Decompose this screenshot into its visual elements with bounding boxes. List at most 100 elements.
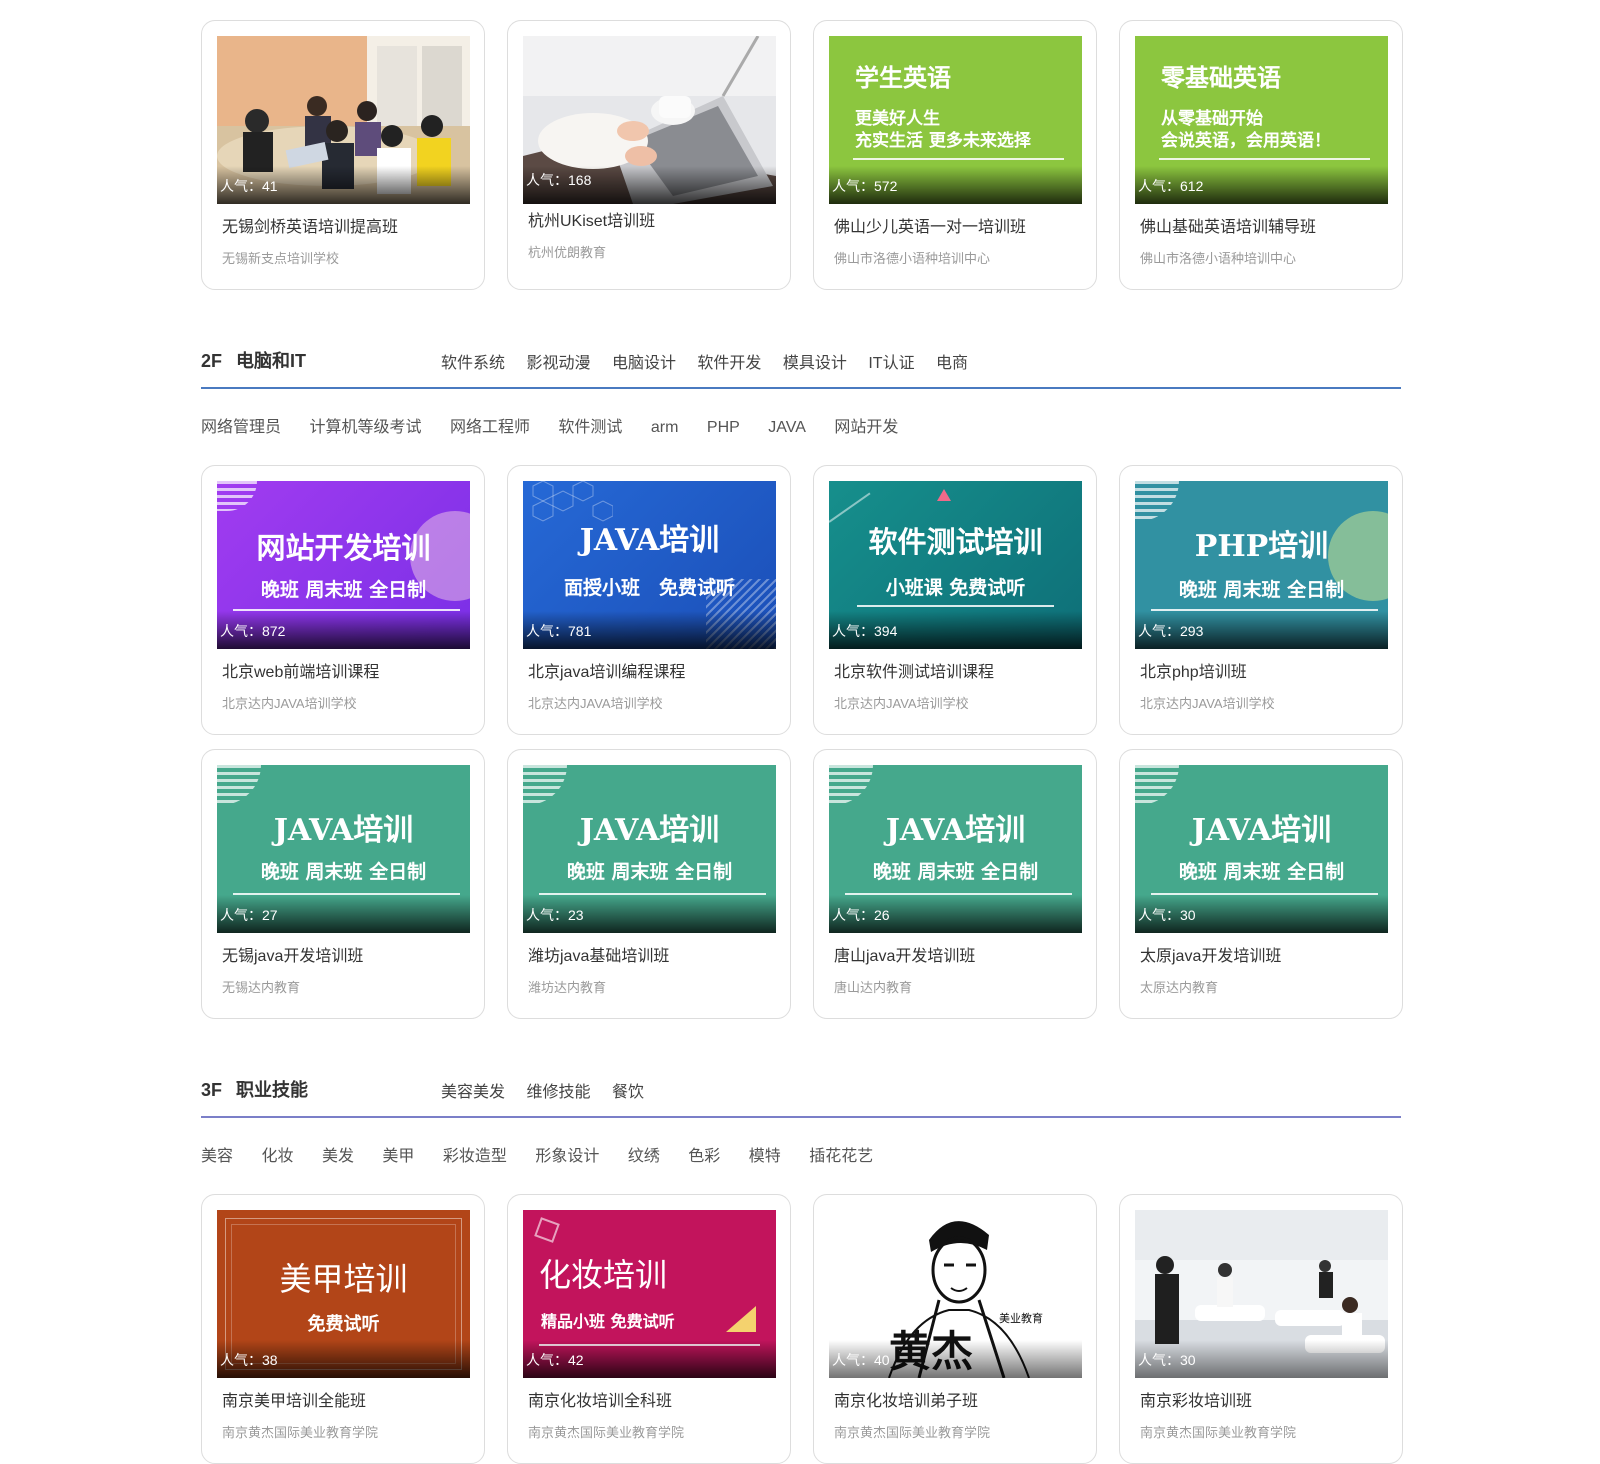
subcategory-link[interactable]: 彩妆造型 bbox=[443, 1148, 507, 1165]
subcategory-link[interactable]: 美容 bbox=[201, 1148, 233, 1165]
banner-heading: 零基础英语 bbox=[1161, 63, 1281, 92]
course-title[interactable]: 南京彩妆培训班 bbox=[1140, 1387, 1252, 1411]
school-name[interactable]: 佛山市洛德小语种培训中心 bbox=[834, 248, 990, 267]
course-title[interactable]: 唐山java开发培训班 bbox=[834, 942, 975, 966]
category-tab[interactable]: 模具设计 bbox=[783, 355, 847, 372]
subcategory-link[interactable]: 纹绣 bbox=[628, 1148, 660, 1165]
subcategory-link[interactable]: JAVA bbox=[768, 419, 806, 436]
course-thumbnail[interactable]: 人气：30 bbox=[1135, 1210, 1388, 1378]
subcategory-link[interactable]: 网络工程师 bbox=[450, 419, 530, 436]
category-tab[interactable]: 软件系统 bbox=[441, 355, 505, 372]
course-card[interactable]: 学生英语 更美好人生 充实生活 更多未来选择 人气：572 佛山少儿英语一对一培… bbox=[813, 20, 1097, 290]
school-name[interactable]: 太原达内教育 bbox=[1140, 977, 1218, 996]
school-name[interactable]: 南京黄杰国际美业教育学院 bbox=[222, 1422, 378, 1441]
course-thumbnail[interactable]: 学生英语 更美好人生 充实生活 更多未来选择 人气：572 bbox=[829, 36, 1082, 204]
course-card[interactable]: JAVA培训 晚班 周末班 全日制 人气：23 潍坊java基础培训班 潍坊达内… bbox=[507, 749, 791, 1019]
floor-2-header: 2F 电脑和IT 软件系统 影视动漫 电脑设计 软件开发 模具设计 IT认证 电商 bbox=[201, 325, 1401, 389]
subcategory-link[interactable]: 计算机等级考试 bbox=[309, 419, 421, 436]
course-title[interactable]: 南京化妆培训弟子班 bbox=[834, 1387, 978, 1411]
course-card[interactable]: 零基础英语 从零基础开始 会说英语，会用英语！ 人气：612 佛山基础英语培训辅… bbox=[1119, 20, 1403, 290]
subcategory-link[interactable]: 模特 bbox=[749, 1148, 781, 1165]
course-title[interactable]: 杭州UKiset培训班 bbox=[528, 207, 655, 231]
course-card[interactable]: JAVA培训 晚班 周末班 全日制 人气：30 太原java开发培训班 太原达内… bbox=[1119, 749, 1403, 1019]
course-thumbnail[interactable]: JAVA培训 晚班 周末班 全日制 人气：27 bbox=[217, 765, 470, 933]
course-title[interactable]: 佛山少儿英语一对一培训班 bbox=[834, 213, 1026, 237]
course-title[interactable]: 太原java开发培训班 bbox=[1140, 942, 1281, 966]
course-card[interactable]: 网站开发培训 晚班 周末班 全日制 人气：872 北京web前端培训课程 北京达… bbox=[201, 465, 485, 735]
course-card[interactable]: 化妆培训 精品小班 免费试听 人气：42 南京化妆培训全科班 南京黄杰国际美业教… bbox=[507, 1194, 791, 1464]
course-title[interactable]: 北京web前端培训课程 bbox=[222, 658, 379, 682]
course-card[interactable]: 黄杰 美业教育 人气：40 南京化妆培训弟子班 南京黄杰国际美业教育学院 bbox=[813, 1194, 1097, 1464]
subcategory-link[interactable]: 网站开发 bbox=[834, 419, 898, 436]
course-thumbnail[interactable]: JAVA培训 晚班 周末班 全日制 人气：30 bbox=[1135, 765, 1388, 933]
floor-2-subcategories: 网络管理员 计算机等级考试 网络工程师 软件测试 arm PHP JAVA 网站… bbox=[201, 389, 1401, 443]
subcategory-link[interactable]: 软件测试 bbox=[558, 419, 622, 436]
course-card[interactable]: 软件测试培训 小班课 免费试听 人气：394 北京软件测试培训课程 北京达内JA… bbox=[813, 465, 1097, 735]
subcategory-link[interactable]: arm bbox=[651, 419, 679, 436]
course-card[interactable]: JAVA培训 面授小班 免费试听 人气：781 北京java培训编程课程 北京达… bbox=[507, 465, 791, 735]
popularity-count: 人气：41 bbox=[220, 178, 278, 194]
course-card[interactable]: PHP培训 晚班 周末班 全日制 人气：293 北京php培训班 北京达内JAV… bbox=[1119, 465, 1403, 735]
course-title[interactable]: 无锡java开发培训班 bbox=[222, 942, 363, 966]
course-thumbnail[interactable]: JAVA培训 晚班 周末班 全日制 人气：23 bbox=[523, 765, 776, 933]
subcategory-link[interactable]: 化妆 bbox=[261, 1148, 293, 1165]
subcategory-link[interactable]: 形象设计 bbox=[535, 1148, 599, 1165]
floor-name[interactable]: 职业技能 bbox=[236, 1080, 308, 1100]
course-thumbnail[interactable]: 化妆培训 精品小班 免费试听 人气：42 bbox=[523, 1210, 776, 1378]
school-name[interactable]: 潍坊达内教育 bbox=[528, 977, 606, 996]
school-name[interactable]: 北京达内JAVA培训学校 bbox=[1140, 693, 1275, 712]
category-tab[interactable]: 美容美发 bbox=[441, 1084, 505, 1101]
school-name[interactable]: 无锡达内教育 bbox=[222, 977, 300, 996]
course-title[interactable]: 北京java培训编程课程 bbox=[528, 658, 685, 682]
course-card[interactable]: JAVA培训 晚班 周末班 全日制 人气：26 唐山java开发培训班 唐山达内… bbox=[813, 749, 1097, 1019]
course-thumbnail[interactable]: 美甲培训 免费试听 人气：38 bbox=[217, 1210, 470, 1378]
course-thumbnail[interactable]: 黄杰 美业教育 人气：40 bbox=[829, 1210, 1082, 1378]
course-thumbnail[interactable]: 零基础英语 从零基础开始 会说英语，会用英语！ 人气：612 bbox=[1135, 36, 1388, 204]
floor-3-header: 3F 职业技能 美容美发 维修技能 餐饮 bbox=[201, 1054, 1401, 1118]
category-tab[interactable]: 软件开发 bbox=[697, 355, 761, 372]
course-title[interactable]: 北京软件测试培训课程 bbox=[834, 658, 994, 682]
subcategory-link[interactable]: PHP bbox=[707, 419, 740, 436]
course-thumbnail[interactable]: 人气：168 bbox=[523, 36, 776, 204]
course-card[interactable]: 人气：168 杭州UKiset培训班 杭州优朗教育 bbox=[507, 20, 791, 290]
course-title[interactable]: 南京美甲培训全能班 bbox=[222, 1387, 366, 1411]
subcategory-link[interactable]: 网络管理员 bbox=[201, 419, 281, 436]
subcategory-link[interactable]: 美发 bbox=[322, 1148, 354, 1165]
course-card[interactable]: JAVA培训 晚班 周末班 全日制 人气：27 无锡java开发培训班 无锡达内… bbox=[201, 749, 485, 1019]
category-tab[interactable]: IT认证 bbox=[868, 355, 914, 372]
category-tab[interactable]: 维修技能 bbox=[526, 1084, 590, 1101]
category-tab[interactable]: 影视动漫 bbox=[526, 355, 590, 372]
course-thumbnail[interactable]: JAVA培训 晚班 周末班 全日制 人气：26 bbox=[829, 765, 1082, 933]
school-name[interactable]: 佛山市洛德小语种培训中心 bbox=[1140, 248, 1296, 267]
course-thumbnail[interactable]: PHP培训 晚班 周末班 全日制 人气：293 bbox=[1135, 481, 1388, 649]
subcategory-link[interactable]: 色彩 bbox=[688, 1148, 720, 1165]
school-name[interactable]: 北京达内JAVA培训学校 bbox=[528, 693, 663, 712]
course-thumbnail[interactable]: 网站开发培训 晚班 周末班 全日制 人气：872 bbox=[217, 481, 470, 649]
school-name[interactable]: 北京达内JAVA培训学校 bbox=[222, 693, 357, 712]
course-thumbnail[interactable]: 人气：41 bbox=[217, 36, 470, 204]
school-name[interactable]: 杭州优朗教育 bbox=[528, 242, 606, 261]
floor-name[interactable]: 电脑和IT bbox=[236, 351, 306, 371]
course-title[interactable]: 北京php培训班 bbox=[1140, 658, 1247, 682]
course-thumbnail[interactable]: JAVA培训 面授小班 免费试听 人气：781 bbox=[523, 481, 776, 649]
school-name[interactable]: 南京黄杰国际美业教育学院 bbox=[1140, 1422, 1296, 1441]
school-name[interactable]: 北京达内JAVA培训学校 bbox=[834, 693, 969, 712]
school-name[interactable]: 唐山达内教育 bbox=[834, 977, 912, 996]
course-title[interactable]: 佛山基础英语培训辅导班 bbox=[1140, 213, 1316, 237]
course-title[interactable]: 潍坊java基础培训班 bbox=[528, 942, 669, 966]
subcategory-link[interactable]: 美甲 bbox=[382, 1148, 414, 1165]
school-name[interactable]: 无锡新支点培训学校 bbox=[222, 248, 339, 267]
course-card[interactable]: 人气：30 南京彩妆培训班 南京黄杰国际美业教育学院 bbox=[1119, 1194, 1403, 1464]
category-tab[interactable]: 电商 bbox=[936, 355, 968, 372]
school-name[interactable]: 南京黄杰国际美业教育学院 bbox=[834, 1422, 990, 1441]
course-card[interactable]: 美甲培训 免费试听 人气：38 南京美甲培训全能班 南京黄杰国际美业教育学院 bbox=[201, 1194, 485, 1464]
course-title[interactable]: 南京化妆培训全科班 bbox=[528, 1387, 672, 1411]
course-thumbnail[interactable]: 软件测试培训 小班课 免费试听 人气：394 bbox=[829, 481, 1082, 649]
course-title[interactable]: 无锡剑桥英语培训提高班 bbox=[222, 213, 398, 237]
category-tab[interactable]: 餐饮 bbox=[612, 1084, 644, 1101]
subcategory-link[interactable]: 插花花艺 bbox=[809, 1148, 873, 1165]
school-name[interactable]: 南京黄杰国际美业教育学院 bbox=[528, 1422, 684, 1441]
category-tab[interactable]: 电脑设计 bbox=[612, 355, 676, 372]
course-card[interactable]: 人气：41 无锡剑桥英语培训提高班 无锡新支点培训学校 bbox=[201, 20, 485, 290]
banner-underline bbox=[853, 158, 1064, 160]
